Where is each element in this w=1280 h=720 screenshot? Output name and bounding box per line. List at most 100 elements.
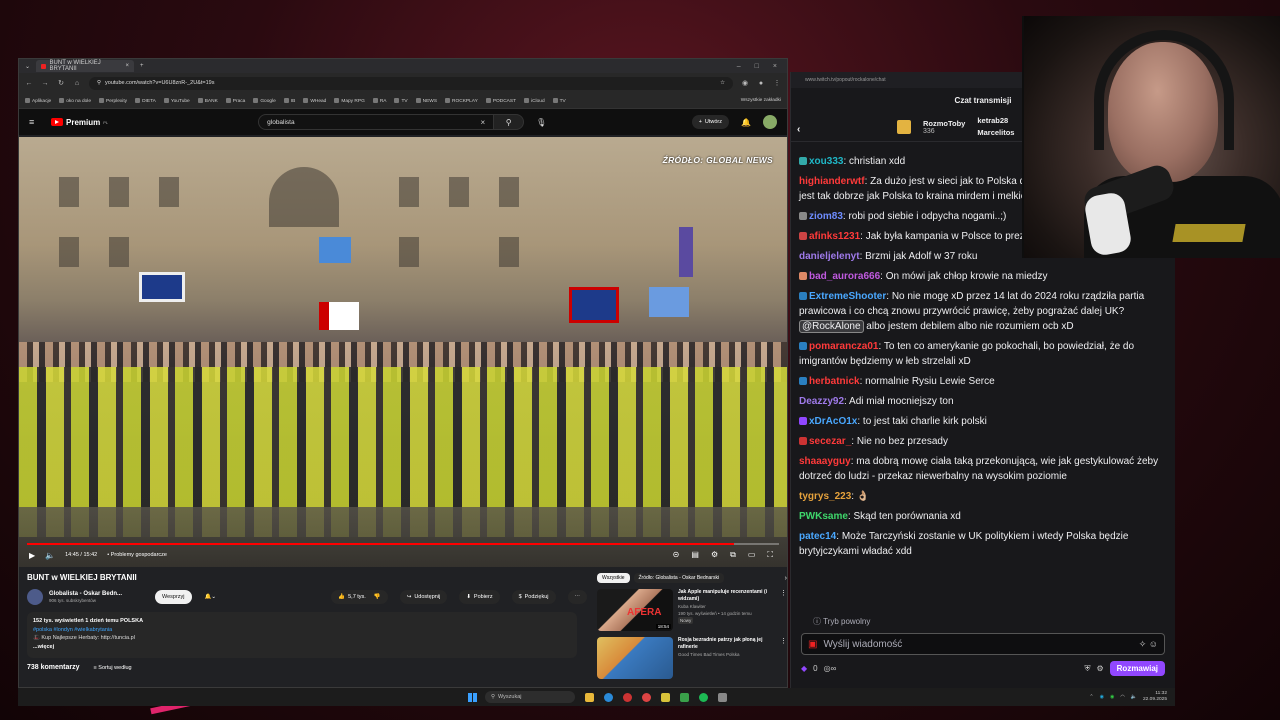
bookmark-item[interactable]: WHead [303,97,326,103]
profile-icon[interactable]: ● [757,80,765,87]
bookmark-item[interactable]: IB [283,97,295,103]
address-bar[interactable]: ⚲ youtube.com/watch?v=U6U8znR-_2U&t=19s … [89,76,733,90]
user-badge-icon[interactable] [799,342,807,350]
tab-search-icon[interactable]: ⌄ [25,63,30,70]
channel-points-icon[interactable]: ◎∞ [824,664,837,673]
chat-settings-icon[interactable]: ⚙ [1096,664,1103,673]
bookmark-item[interactable]: Google [253,97,276,103]
miniplayer-icon[interactable]: ⧉ [730,550,736,560]
chat-username[interactable]: danieljelenyt [799,251,860,262]
bookmark-star-icon[interactable]: ☆ [720,80,725,86]
bookmark-item[interactable]: ROCKPLAY [445,97,478,103]
chat-username[interactable]: secezar_ [809,436,851,447]
shield-icon[interactable]: ⛨ [1084,664,1090,674]
like-button[interactable]: 👍 5,7 tys. 👎 [331,590,388,604]
chat-username[interactable]: tygrys_223 [799,491,851,502]
collapse-chat-icon[interactable]: ‹ [797,124,800,135]
chat-mention[interactable]: @RockAlone [799,320,864,333]
user-badge-icon[interactable] [799,292,807,300]
app-icon[interactable] [680,692,689,702]
volume-icon[interactable]: 🔈 [1131,694,1137,700]
bookmark-item[interactable]: BANK [197,97,218,103]
related-video-item[interactable]: Rosja bezradnie patrzy jak płoną jej raf… [597,637,787,679]
bookmark-item[interactable]: Aplikacje [25,97,51,103]
tab-close-icon[interactable]: × [126,63,130,69]
chat-username[interactable]: highianderwtf [799,176,865,187]
reload-icon[interactable]: ↻ [57,79,65,87]
chat-input[interactable]: ▣ Wyślij wiadomość ✧ ☺ [801,633,1165,655]
app-icon[interactable] [623,692,632,702]
chat-username[interactable]: patec14 [799,531,836,542]
user-badge-icon[interactable] [799,417,807,425]
taskbar-search[interactable]: ⚲ Wyszukaj [485,691,575,703]
file-explorer-icon[interactable] [585,692,594,702]
thanks-button[interactable]: $ Podziękuj [511,590,556,604]
gifter-2[interactable]: ketrab28 Marcelitos [977,115,1014,139]
user-badge-icon[interactable] [799,157,807,165]
chat-username[interactable]: Deazzy92 [799,396,844,407]
bookmark-item[interactable]: TV [552,97,566,103]
channel-name[interactable]: Globalista - Oskar Bedn... [49,591,149,597]
user-badge-icon[interactable] [799,272,807,280]
related-thumbnail[interactable] [597,637,673,679]
fullscreen-icon[interactable]: ⛶ [767,550,773,560]
forward-icon[interactable]: → [41,80,49,87]
volume-icon[interactable]: 🔈 [45,551,55,560]
search-button[interactable]: ⚲ [494,114,525,130]
maximize-icon[interactable]: □ [755,63,759,70]
chat-username[interactable]: pomarancza01 [809,341,878,352]
support-button[interactable]: Wesprzyj [155,590,192,604]
autoplay-toggle-icon[interactable]: ⊝ [673,550,680,560]
chrome-icon[interactable] [642,692,651,702]
chip-source[interactable]: Źródło: Globalista - Oskar Bednarski [633,573,725,583]
bookmark-item[interactable]: TV [394,97,408,103]
related-thumbnail[interactable]: AFERA 18:54 [597,589,673,631]
share-button[interactable]: ↪ Udostępnij [399,590,448,604]
search-input[interactable]: globalista × [258,114,495,130]
description-tags[interactable]: #polska #londyn #wielkabrytania [33,626,571,635]
notifications-bell-icon[interactable]: 🔔 [741,118,751,127]
chat-username[interactable]: xDrAcO1x [809,416,857,427]
app-icon[interactable] [661,692,670,702]
app-icon[interactable] [718,692,727,702]
channel-avatar[interactable] [27,589,43,605]
bits-icon[interactable]: ◆ [801,664,807,673]
more-actions-button[interactable]: ⋯ [567,590,587,604]
windows-start-icon[interactable] [468,692,477,702]
chat-username[interactable]: ExtremeShooter [809,291,886,302]
video-progress-bar[interactable] [27,543,779,545]
related-video-item[interactable]: AFERA 18:54 Jak Apple manipuluje recenze… [597,589,787,631]
bookmark-item[interactable]: Perplexity [99,97,127,103]
tray-app-icon[interactable]: ◉ [1100,694,1104,700]
close-window-icon[interactable]: × [773,63,777,70]
extension-icon[interactable]: ◉ [741,79,749,87]
bookmark-item[interactable]: DIETA [135,97,156,103]
bookmark-item[interactable]: Mapy RPG [334,97,365,103]
emote-icons[interactable]: ✧ ☺ [1139,639,1158,650]
related-more-icon[interactable]: ⋮ [780,589,787,631]
chat-username[interactable]: bad_aurora666 [809,271,880,282]
send-button[interactable]: Rozmawiaj [1109,661,1165,676]
bookmark-item[interactable]: NEWS [415,97,437,103]
hamburger-menu-icon[interactable]: ≡ [29,117,41,127]
sort-button[interactable]: ≡ Sortuj według [94,665,132,671]
settings-gear-icon[interactable]: ⚙ [711,550,718,560]
theater-mode-icon[interactable]: ▭ [748,550,756,560]
chat-username[interactable]: shaaayguy [799,456,851,467]
clear-search-icon[interactable]: × [480,118,485,127]
tray-arrow-icon[interactable]: ⌃ [1089,694,1093,700]
video-chapter[interactable]: • Problemy gospodarcze [107,552,167,558]
video-description[interactable]: 152 tys. wyświetleń 1 dzień temu POLSKA … [27,612,577,658]
subscribed-bell-button[interactable]: 🔔⌄ [198,590,223,604]
new-tab-icon[interactable]: + [140,63,144,69]
all-bookmarks[interactable]: Wszystkie zakładki [741,98,781,103]
wifi-icon[interactable]: ◠ [1120,694,1124,700]
chat-username[interactable]: herbatnick [809,376,860,387]
bookmark-item[interactable]: oko na dole [59,97,91,103]
browser-menu-icon[interactable]: ⋮ [773,79,781,87]
related-more-icon[interactable]: ⋮ [780,637,787,679]
chip-all[interactable]: Wszystkie [597,573,630,583]
chat-username[interactable]: PWKsame [799,511,848,522]
description-more[interactable]: ...więcej [33,643,571,652]
microphone-icon[interactable]: 🎙 [536,118,546,127]
